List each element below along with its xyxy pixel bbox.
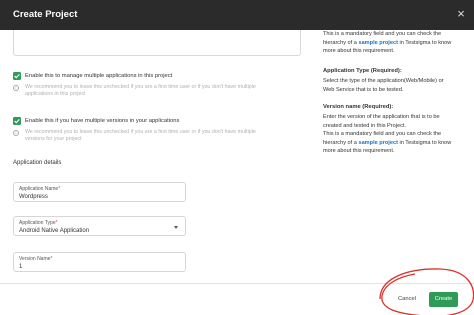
field-label: Application Name* (19, 186, 61, 192)
info-icon: i (13, 130, 19, 136)
hint-line: We recommend you to leave this unchecked… (25, 129, 256, 135)
multi-apps-label: Enable this to manage multiple applicati… (25, 73, 173, 79)
application-name-input[interactable]: Wordpress (19, 194, 48, 200)
cancel-button[interactable]: Cancel (398, 296, 416, 302)
help-paragraph: This is a mandatory field and you can ch… (323, 30, 471, 56)
application-type-value[interactable]: Android Native Application (19, 228, 89, 234)
version-name-input[interactable]: 1 (19, 264, 22, 270)
help-line: Select the type of the application(Web/M… (323, 78, 444, 84)
help-heading: Version name (Required): (323, 104, 394, 110)
help-heading: Application Type (Required): (323, 68, 402, 74)
field-label: Version Name* (19, 256, 53, 262)
multi-apps-checkbox[interactable] (13, 72, 21, 80)
sample-project-link[interactable]: sample project (358, 40, 397, 46)
help-line: more about this requirement. (323, 148, 395, 155)
help-line: This is a mandatory field and you can ch… (323, 31, 442, 37)
multi-versions-checkbox[interactable] (13, 117, 21, 125)
hint-line: We recommend you to leave this unchecked… (25, 84, 256, 90)
create-button[interactable]: Create (429, 292, 458, 307)
dialog-header: Create Project × (0, 0, 474, 30)
help-line: Enter the version of the application tha… (323, 114, 440, 120)
field-label: Application Type* (19, 220, 58, 226)
dialog-title: Create Project (13, 9, 78, 20)
help-line: Web Service that is to be tested. (323, 86, 404, 93)
help-paragraph: Enter the version of the application tha… (323, 113, 471, 156)
application-type-select[interactable]: Application Type* Android Native Applica… (13, 216, 186, 236)
footer-divider (0, 283, 474, 284)
sample-project-link[interactable]: sample project (358, 140, 397, 146)
application-name-field[interactable]: Application Name* Wordpress (13, 182, 186, 202)
form-panel: Enable this to manage multiple applicati… (0, 30, 310, 283)
help-line: hierarchy of a sample project in Testsig… (323, 39, 452, 46)
multi-apps-hint: We recommend you to leave this unchecked… (25, 84, 300, 98)
chevron-down-icon[interactable] (174, 226, 178, 229)
multi-versions-hint: We recommend you to leave this unchecked… (25, 129, 300, 143)
version-name-field[interactable]: Version Name* 1 (13, 252, 186, 272)
close-icon[interactable]: × (452, 5, 470, 23)
multi-versions-label: Enable this if you have multiple version… (25, 118, 180, 124)
help-line: more about this requirement. (323, 48, 395, 55)
hint-line: versions for your project (25, 136, 82, 143)
help-line: This is a mandatory field and you can ch… (323, 131, 442, 138)
description-textarea[interactable] (13, 30, 301, 56)
hint-line: applications in this project (25, 91, 86, 98)
help-paragraph: Select the type of the application(Web/M… (323, 77, 471, 94)
help-line: created and tested in this Project. (323, 122, 407, 129)
info-icon: i (13, 85, 19, 91)
section-title: Application details (13, 160, 62, 166)
help-line: hierarchy of a sample project in Testsig… (323, 139, 452, 146)
help-panel: This is a mandatory field and you can ch… (310, 30, 474, 283)
checkmark-icon (14, 73, 20, 79)
checkmark-icon (14, 118, 20, 124)
